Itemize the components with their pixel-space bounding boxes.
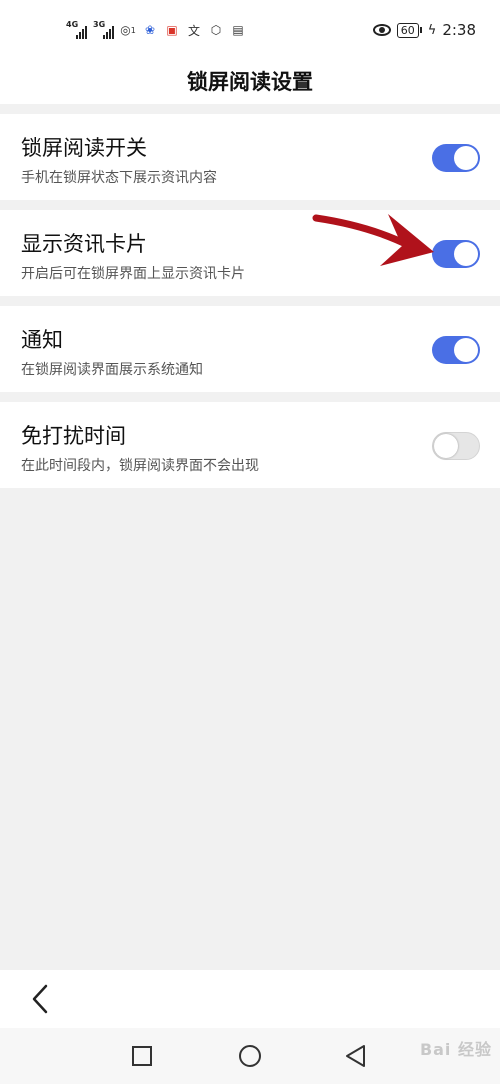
recent-apps-square-icon[interactable]	[128, 1042, 156, 1070]
status-icons-left: 4G 3G ◎ 1 ❀ ▣ 文 ⬡ ▤	[66, 18, 246, 42]
charging-icon: ϟ	[427, 22, 437, 38]
battery-icon: 60	[396, 22, 422, 38]
setting-lockscreen-reading[interactable]: 锁屏阅读开关 手机在锁屏状态下展示资讯内容	[0, 114, 500, 200]
eye-comfort-icon	[372, 24, 391, 36]
setting-title: 通知	[21, 328, 63, 352]
home-circle-icon[interactable]	[236, 1042, 264, 1070]
setting-notifications[interactable]: 通知 在锁屏阅读界面展示系统通知	[0, 306, 500, 392]
do-not-disturb-toggle[interactable]	[432, 432, 480, 460]
setting-subtitle: 手机在锁屏状态下展示资讯内容	[21, 170, 217, 186]
hotspot-badge: 1	[130, 25, 136, 35]
message-icon: ▤	[232, 23, 244, 37]
wenku-icon: 文	[187, 23, 200, 38]
back-chevron-icon[interactable]	[28, 982, 56, 1016]
app-bottom-bar	[0, 970, 500, 1028]
signal-3g-icon: 3G	[93, 21, 114, 39]
signal-3g-label: 3G	[93, 20, 106, 29]
page-title: 锁屏阅读设置	[187, 70, 313, 94]
huawei-store-icon: ⬡	[210, 23, 222, 37]
setting-title: 显示资讯卡片	[21, 232, 147, 256]
status-icons-right: 60 ϟ 2:38	[372, 18, 476, 42]
setting-title: 锁屏阅读开关	[21, 136, 147, 160]
setting-subtitle: 在此时间段内，锁屏阅读界面不会出现	[21, 458, 259, 474]
battery-level: 60	[396, 22, 419, 38]
title-bar: 锁屏阅读设置	[0, 58, 500, 104]
notifications-toggle[interactable]	[432, 336, 480, 364]
status-bar: 4G 3G ◎ 1 ❀ ▣ 文 ⬡ ▤ 60 ϟ 2:38	[0, 0, 500, 58]
lockscreen-reading-toggle[interactable]	[432, 144, 480, 172]
baidu-paw-icon: ❀	[144, 23, 156, 37]
signal-4g-icon: 4G	[66, 21, 87, 39]
signal-4g-label: 4G	[66, 20, 79, 29]
watermark-logo: Bai 经验	[419, 1040, 492, 1059]
system-navigation-bar: Bai 经验	[0, 1028, 500, 1084]
back-triangle-icon[interactable]	[342, 1042, 370, 1070]
clock: 2:38	[442, 21, 476, 39]
setting-title: 免打扰时间	[21, 424, 126, 448]
app-notification-icon: ▣	[166, 23, 178, 37]
annotation-arrow-icon	[312, 214, 434, 266]
hotspot-icon: ◎ 1	[120, 23, 136, 37]
setting-subtitle: 在锁屏阅读界面展示系统通知	[21, 362, 203, 378]
setting-do-not-disturb[interactable]: 免打扰时间 在此时间段内，锁屏阅读界面不会出现	[0, 402, 500, 488]
setting-subtitle: 开启后可在锁屏界面上显示资讯卡片	[21, 266, 245, 282]
